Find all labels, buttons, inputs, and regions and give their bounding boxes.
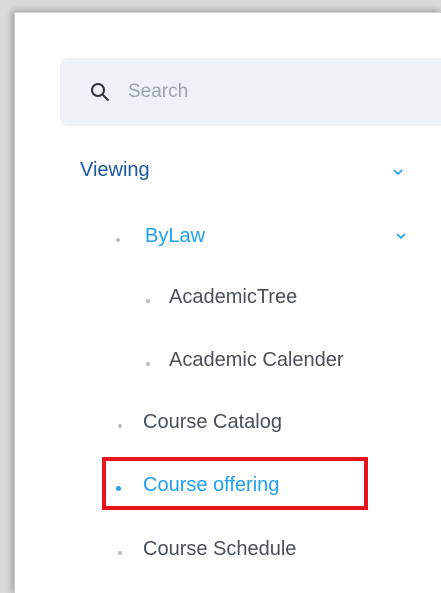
- bullet-dot: [146, 299, 150, 303]
- nav-item-course-catalog-label: Course Catalog: [143, 411, 282, 433]
- nav-item-course-catalog[interactable]: Course Catalog: [143, 410, 282, 434]
- nav-item-bylaw[interactable]: ByLaw: [145, 224, 205, 248]
- bullet-dot: [118, 551, 122, 555]
- search-input[interactable]: [128, 78, 408, 106]
- nav-item-viewing-label: Viewing: [80, 159, 150, 181]
- bullet-dot: [146, 362, 150, 366]
- highlight-box: [102, 457, 368, 510]
- bullet-dot: [116, 238, 120, 242]
- chevron-down-icon[interactable]: [392, 168, 404, 176]
- nav-item-bylaw-label: ByLaw: [145, 225, 206, 247]
- chevron-down-icon[interactable]: [395, 232, 407, 240]
- nav-item-course-schedule[interactable]: Course Schedule: [143, 537, 296, 561]
- search-box[interactable]: [60, 58, 441, 126]
- nav-item-academic-tree[interactable]: AcademicTree: [169, 285, 297, 309]
- search-icon: [91, 83, 109, 101]
- nav-item-academic-calender-label: Academic Calender: [169, 349, 344, 371]
- nav-item-academic-tree-label: AcademicTree: [169, 286, 298, 308]
- bullet-dot: [118, 424, 122, 428]
- nav-item-academic-calender[interactable]: Academic Calender: [169, 348, 344, 372]
- nav-item-viewing[interactable]: Viewing: [80, 158, 150, 182]
- window-frame: Viewing ByLaw AcademicTree Academic Cale…: [0, 0, 441, 593]
- nav-item-course-schedule-label: Course Schedule: [143, 538, 297, 560]
